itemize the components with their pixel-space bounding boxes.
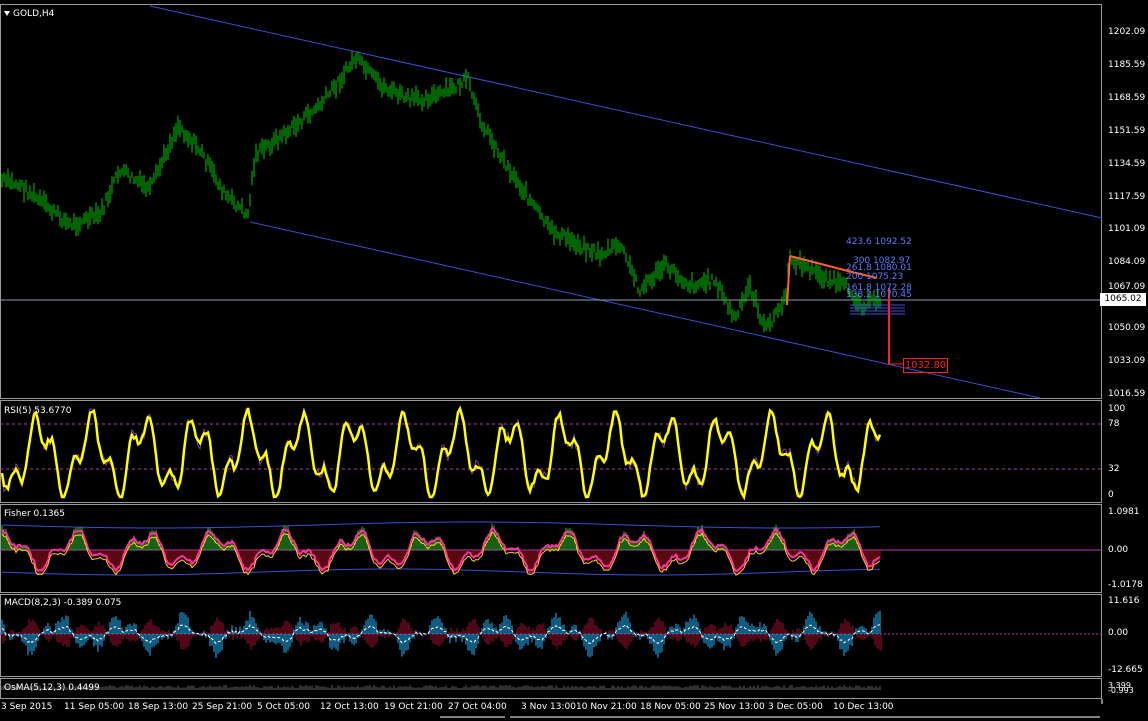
chart-canvas[interactable] (0, 0, 1148, 721)
date-tick: 11 Sep 05:00 (64, 702, 125, 712)
rsi-title: RSI(5) 53.6770 (4, 406, 72, 416)
rsi-axis-tick: 32 (1108, 464, 1120, 474)
price-tick: 1134.59 (1108, 159, 1146, 169)
price-tick: 1185.59 (1108, 60, 1146, 70)
price-tick: 1033.09 (1108, 356, 1146, 366)
macd-axis-tick: 11.616 (1108, 596, 1140, 606)
price-tick: 1050.09 (1108, 323, 1146, 333)
macd-axis-tick: -12.665 (1108, 665, 1143, 675)
date-tick: 12 Oct 13:00 (320, 702, 379, 712)
rsi-line (0, 405, 882, 501)
date-tick: 18 Nov 05:00 (640, 702, 701, 712)
dropdown-icon (4, 11, 10, 16)
macd-axis-tick: 0.00 (1108, 628, 1129, 638)
date-tick: 3 Nov 13:00 (521, 702, 576, 712)
fisher-histogram (1, 523, 881, 576)
fib-label: 138.2 1070.45 (846, 290, 912, 300)
current-price-badge: 1065.02 (1100, 293, 1146, 306)
fib-label: 423.6 1092.52 (846, 237, 912, 247)
price-candles (1, 50, 881, 333)
osma-histogram (1, 685, 881, 690)
osma-title: OsMA(5,12,3) 0.4499 (4, 683, 100, 693)
date-tick: 3 Dec 05:00 (768, 702, 823, 712)
rsi-axis-tick: 100 (1108, 404, 1126, 414)
date-tick: 5 Oct 05:00 (257, 702, 310, 712)
price-tick: 1084.09 (1108, 257, 1146, 267)
date-tick: 3 Sep 2015 (1, 702, 53, 712)
price-tick: 1168.59 (1108, 93, 1146, 103)
date-tick: 10 Dec 13:00 (833, 702, 894, 712)
fisher-axis-tick: -1.0178 (1108, 580, 1143, 590)
channel-upper-line[interactable] (149, 5, 1103, 219)
date-tick: 25 Nov 13:00 (704, 702, 765, 712)
fisher-axis-tick: 0.00 (1108, 545, 1129, 555)
fisher-axis-tick: 1.0981 (1108, 507, 1140, 517)
date-tick: 19 Oct 21:00 (384, 702, 443, 712)
price-tick: 1117.59 (1108, 192, 1146, 202)
target-price-badge: 1032.80 (903, 358, 948, 373)
date-tick: 18 Sep 13:00 (128, 702, 189, 712)
date-tick: 25 Sep 21:00 (192, 702, 253, 712)
price-tick: 1151.59 (1108, 126, 1146, 136)
fisher-lower-band (1, 568, 881, 576)
rsi-axis-tick: 0 (1108, 490, 1114, 500)
fisher-title: Fisher 0.1365 (4, 509, 66, 519)
osma-axis-tick: -0.993 (1108, 686, 1134, 695)
macd-title: MACD(8,2,3) -0.389 0.075 (4, 598, 122, 608)
price-tick: 1067.09 (1108, 282, 1146, 292)
price-tick: 1101.09 (1108, 224, 1146, 234)
rsi-axis-tick: 78 (1108, 419, 1120, 429)
date-tick: 27 Oct 04:00 (448, 702, 507, 712)
fisher-upper-band (1, 521, 881, 529)
fib-label: 200 1075.23 (846, 272, 904, 282)
price-tick: 1202.09 (1108, 27, 1146, 37)
chart-title[interactable]: GOLD,H4 (4, 9, 54, 19)
date-tick: 10 Nov 21:00 (576, 702, 637, 712)
price-tick: 1016.59 (1108, 389, 1146, 399)
